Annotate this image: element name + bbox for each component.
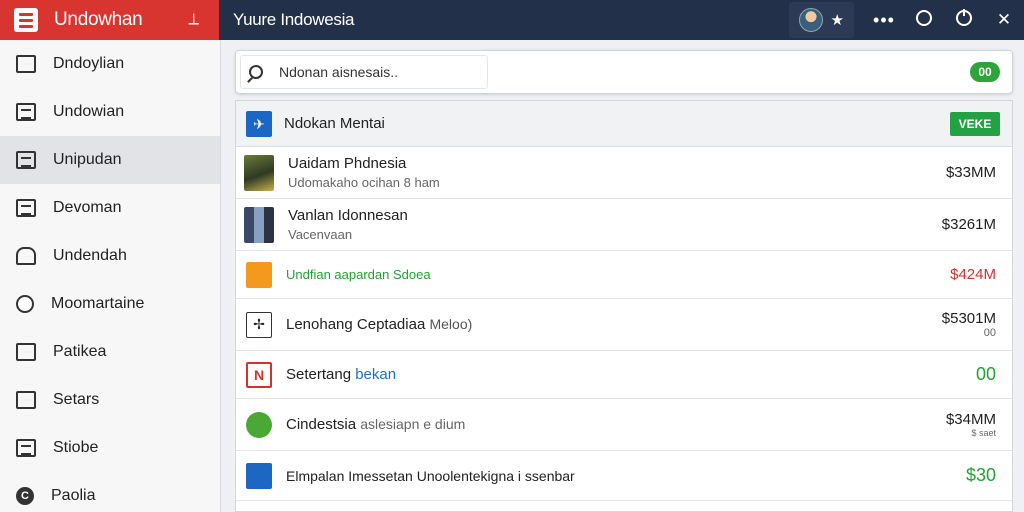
item-value-sub: 00 — [983, 327, 996, 339]
item-title: Lenohang Ceptadiaa — [286, 316, 426, 333]
folder-icon — [246, 261, 272, 288]
close-icon[interactable]: ✕ — [984, 10, 1024, 30]
item-title: Undfian aapardan Sdoea — [286, 267, 431, 282]
item-value: $3261M — [941, 216, 996, 233]
sidebar-item-label: Stiobe — [53, 439, 99, 456]
item-value: $30 — [965, 465, 996, 485]
sidebar-item-undendah[interactable]: Undendah — [0, 232, 220, 280]
thumbnail-image — [244, 154, 274, 191]
item-title-wrap: Setertang bekan — [286, 366, 976, 383]
item-value: 00 — [975, 364, 996, 384]
item-value: $5301M — [941, 310, 996, 327]
brand-bar: Undowhan ⟂ — [0, 0, 219, 40]
item-title-extra: Meloo) — [429, 316, 473, 332]
window-title: Yuure Indowesia — [233, 10, 355, 29]
item-value-sub: $ saet — [971, 428, 996, 438]
item-value: $424M — [950, 266, 996, 283]
item-subtitle: Udomakaho ocihan 8 ham — [288, 175, 440, 190]
list-header: ✈ Ndokan Mentai VEKE — [236, 101, 1012, 147]
plane-icon: ✈ — [246, 110, 272, 137]
sidebar-item-label: Devoman — [53, 199, 122, 216]
list-item[interactable]: Undfian aapardan Sdoea $424M — [236, 251, 1012, 299]
list-item[interactable]: Vanlan Idonnesan Vacenvaan $3261M — [236, 199, 1012, 251]
item-title-wrap: Lenohang Ceptadiaa Meloo) — [286, 316, 942, 333]
leaf-icon — [246, 411, 272, 438]
item-title: Uaidam Phdnesia — [288, 155, 407, 172]
sidebar-item-label: Moomartaine — [51, 295, 145, 312]
list-item[interactable]: Uaidam Phdnesia Udomakaho ocihan 8 ham $… — [236, 147, 1012, 199]
note-icon — [16, 439, 36, 457]
thumbnail-image — [244, 206, 274, 243]
app-title: Undowhan — [54, 9, 143, 30]
sidebar-item-label: Unipudan — [53, 151, 122, 168]
fan-icon: ✢ — [246, 311, 272, 338]
more-icon[interactable]: ••• — [864, 10, 904, 31]
calendar-icon — [16, 391, 36, 409]
item-title: Elmpalan Imessetan Unoolentekigna i ssen… — [286, 467, 575, 484]
list-item[interactable]: ✢ Lenohang Ceptadiaa Meloo) $5301M 00 — [236, 299, 1012, 351]
sidebar-item-label: Paolia — [51, 487, 96, 504]
star-icon[interactable]: ★ — [831, 11, 844, 29]
clipboard-icon — [16, 343, 36, 361]
image-icon — [16, 103, 36, 121]
account-button[interactable]: ★ — [788, 2, 854, 38]
item-title: Vanlan Idonnesan — [288, 207, 408, 224]
sidebar-item-unipudan[interactable]: Unipudan — [0, 136, 220, 184]
item-title-extra: aslesiapn e dium — [360, 416, 466, 432]
title-bar: Yuure Indowesia ★ ••• ✕ — [219, 0, 1024, 40]
item-title-extra: bekan — [355, 366, 397, 383]
sidebar-item-patikea[interactable]: Patikea — [0, 328, 220, 376]
sidebar-item-stiobe[interactable]: Stiobe — [0, 424, 220, 472]
c-circle-icon: C — [16, 487, 34, 505]
power-icon[interactable] — [944, 8, 984, 31]
list-icon — [16, 151, 36, 169]
sidebar-item-label: Setars — [53, 391, 100, 408]
document-icon — [16, 199, 36, 217]
search-bar: 00 — [235, 50, 1013, 94]
sidebar-item-label: Patikea — [53, 343, 107, 360]
chart-icon — [246, 462, 272, 489]
item-value: $33MM — [945, 164, 996, 181]
item-value-wrap: $5301M 00 — [942, 310, 996, 339]
menu-icon[interactable] — [14, 8, 38, 32]
list-item[interactable]: N Setertang bekan 00 — [236, 351, 1012, 399]
search-location-icon[interactable] — [904, 9, 944, 31]
sidebar-item-setars[interactable]: Setars — [0, 376, 220, 424]
bell-icon — [16, 247, 36, 265]
sidebar-item-devoman[interactable]: Devoman — [0, 184, 220, 232]
list-header-title: Ndokan Mentai — [284, 115, 385, 132]
status-toggle[interactable]: 00 — [970, 62, 1000, 82]
avatar[interactable] — [798, 8, 823, 32]
sidebar-item-label: Undendah — [53, 247, 127, 264]
item-title-wrap: Cindestsia aslesiapn e dium — [286, 416, 946, 433]
search-field[interactable] — [240, 55, 488, 89]
folder-icon — [16, 55, 36, 73]
sidebar-item-moomartaine[interactable]: Moomartaine — [0, 280, 220, 328]
item-subtitle: Vacenvaan — [288, 227, 353, 242]
item-value: $34MM — [945, 411, 996, 428]
sidebar-item-undowian[interactable]: Undowian — [0, 88, 220, 136]
search-input[interactable] — [279, 64, 469, 80]
search-icon[interactable] — [249, 65, 263, 79]
results-list: ✈ Ndokan Mentai VEKE Uaidam Phdnesia Udo… — [235, 100, 1013, 512]
sidebar: Dndoylian Undowian Unipudan Devoman Unde… — [0, 40, 221, 512]
n-logo-icon: N — [246, 361, 272, 388]
item-title: Cindestsia — [286, 416, 357, 433]
item-value-wrap: $34MM $ saet — [946, 411, 996, 438]
sidebar-item-label: Undowian — [53, 103, 125, 120]
list-item[interactable]: Cindestsia aslesiapn e dium $34MM $ saet — [236, 399, 1012, 451]
sidebar-item-dndoylian[interactable]: Dndoylian — [0, 40, 220, 88]
sidebar-item-label: Dndoylian — [53, 55, 125, 72]
pin-icon[interactable]: ⟂ — [188, 11, 199, 29]
item-title: Setertang — [286, 366, 352, 383]
sidebar-item-paolia[interactable]: C Paolia — [0, 472, 220, 512]
veke-button[interactable]: VEKE — [950, 111, 1000, 136]
list-item[interactable]: Elmpalan Imessetan Unoolentekigna i ssen… — [236, 451, 1012, 501]
chat-icon — [16, 295, 34, 313]
